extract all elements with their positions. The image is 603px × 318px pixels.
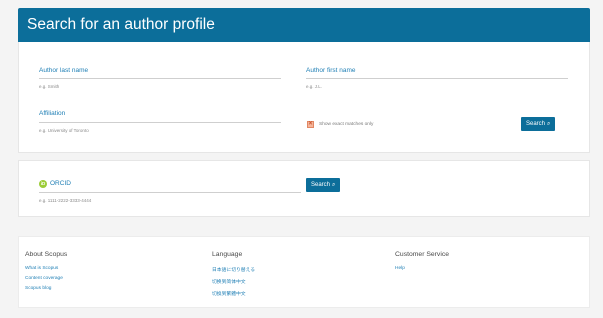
author-search-panel: Author last name e.g. Smith Author first…	[18, 42, 590, 153]
footer-customer-service-heading: Customer Service	[395, 251, 450, 258]
page-title: Search for an author profile	[18, 8, 590, 42]
footer-link-traditional-chinese[interactable]: 切換到繁體中文	[212, 290, 255, 297]
exact-match-checkbox[interactable]: ✕	[307, 121, 314, 128]
footer-language-heading: Language	[212, 251, 243, 258]
affiliation-label: Affiliation	[39, 110, 66, 117]
footer: About Scopus What is Scopus Content cove…	[18, 236, 590, 308]
affiliation-hint: e.g. University of Toronto	[39, 128, 89, 133]
first-name-label: Author first name	[306, 67, 356, 74]
search-icon: ⌕	[332, 182, 336, 188]
footer-link-what-is-scopus[interactable]: What is Scopus	[25, 266, 67, 271]
exact-match-label: Show exact matches only	[319, 122, 374, 127]
last-name-hint: e.g. Smith	[39, 84, 60, 89]
author-search-button[interactable]: Search ⌕	[521, 117, 556, 131]
affiliation-field[interactable]	[39, 122, 281, 123]
footer-about: About Scopus What is Scopus Content cove…	[25, 251, 67, 296]
footer-link-simplified-chinese[interactable]: 切换到简体中文	[212, 278, 255, 285]
orcid-search-panel: iD ORCID e.g. 1111-2222-3333-4444 Search…	[18, 160, 590, 217]
footer-link-scopus-blog[interactable]: Scopus blog	[25, 286, 67, 291]
footer-about-heading: About Scopus	[25, 251, 68, 258]
orcid-search-button-label: Search	[311, 182, 331, 188]
footer-link-japanese[interactable]: 日本語に切り替える	[212, 266, 255, 273]
footer-customer-service: Customer Service Help	[395, 251, 449, 276]
author-search-button-label: Search	[526, 121, 546, 127]
first-name-hint: e.g. J.L.	[306, 84, 323, 89]
orcid-hint: e.g. 1111-2222-3333-4444	[39, 198, 92, 203]
search-icon: ⌕	[547, 121, 551, 127]
orcid-icon: iD	[39, 180, 47, 188]
footer-link-content-coverage[interactable]: Content coverage	[25, 276, 67, 281]
orcid-field[interactable]	[39, 192, 301, 193]
footer-link-help[interactable]: Help	[395, 266, 449, 271]
last-name-field[interactable]	[39, 78, 281, 79]
footer-language: Language 日本語に切り替える 切换到简体中文 切換到繁體中文	[212, 251, 255, 302]
orcid-search-button[interactable]: Search ⌕	[306, 178, 341, 192]
first-name-field[interactable]	[306, 78, 568, 79]
orcid-label: ORCID	[50, 180, 71, 187]
last-name-label: Author last name	[39, 67, 89, 74]
